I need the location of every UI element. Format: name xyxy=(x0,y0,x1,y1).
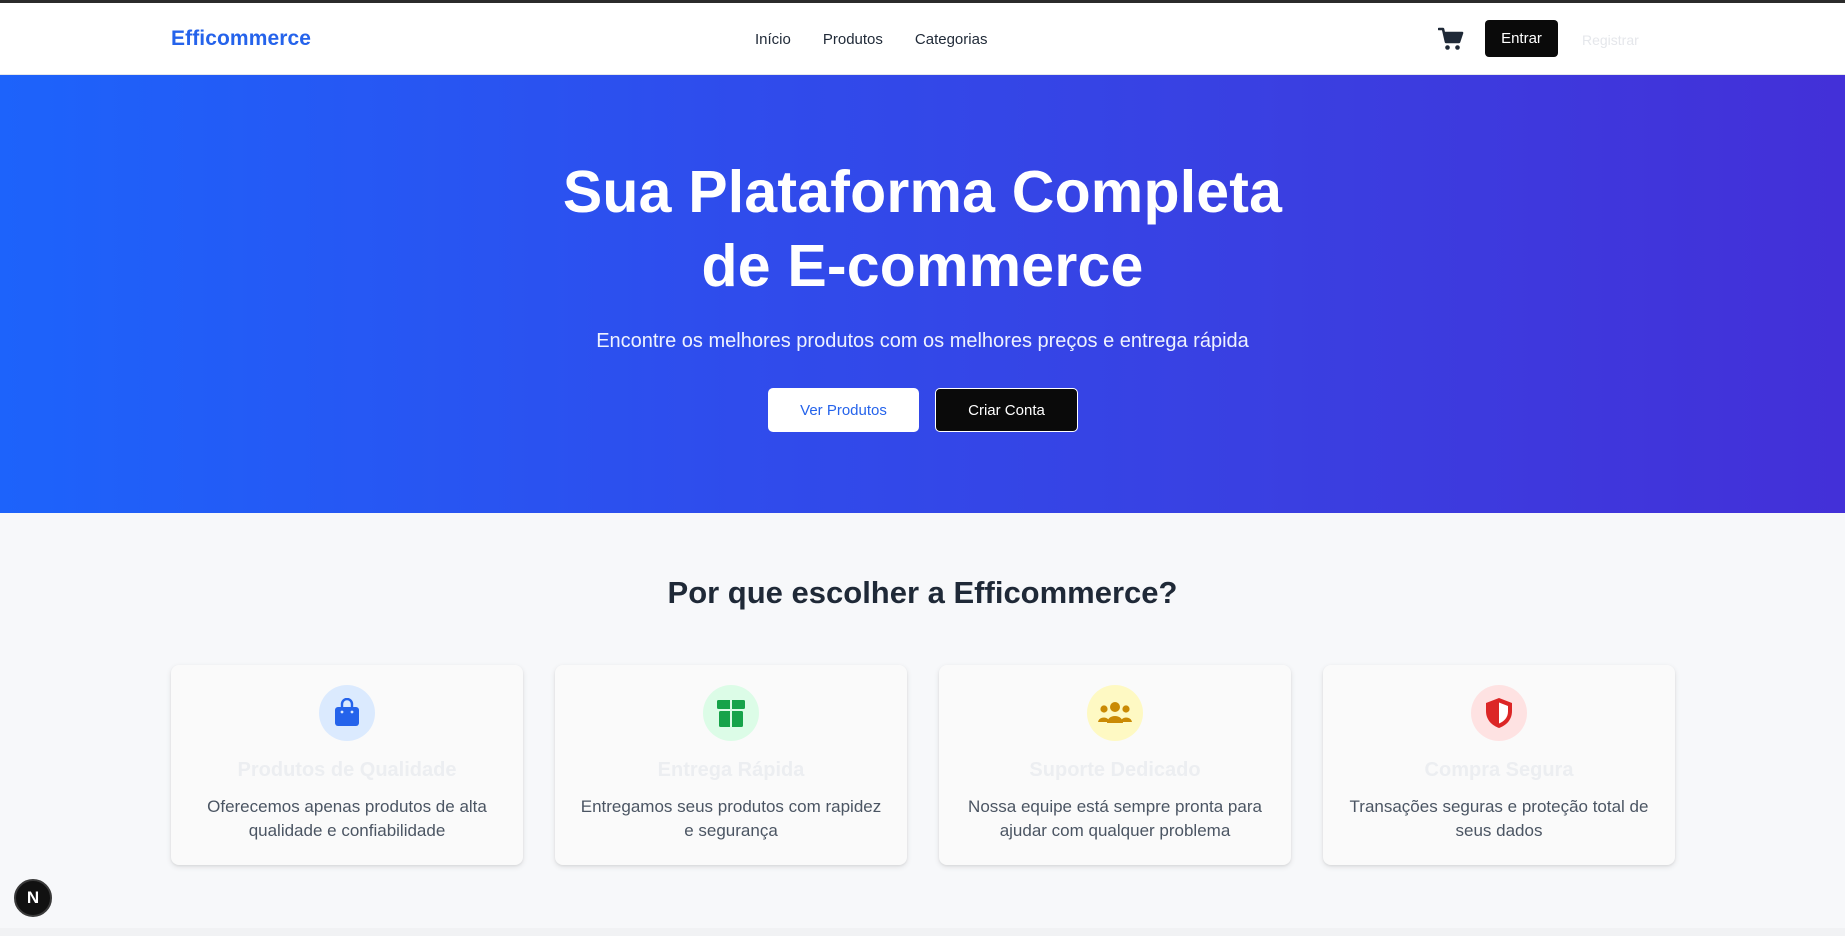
shopping-cart-icon[interactable] xyxy=(1438,27,1464,51)
feature-card-quality: Produtos de Qualidade Oferecemos apenas … xyxy=(171,665,523,865)
shopping-bag-icon xyxy=(335,698,359,726)
feature-description: Nossa equipe está sempre pronta para aju… xyxy=(968,797,1262,840)
feature-icon-circle xyxy=(1087,685,1143,741)
nav-link-categorias[interactable]: Categorias xyxy=(915,31,988,48)
dev-tools-badge[interactable]: N xyxy=(14,879,52,917)
feature-icon-circle xyxy=(319,685,375,741)
features-title: Por que escolher a Efficommerce? xyxy=(667,575,1178,610)
hero-title-line1: Sua Plataforma Completa xyxy=(562,159,1283,225)
login-button[interactable]: Entrar xyxy=(1485,20,1558,57)
feature-description: Oferecemos apenas produtos de alta quali… xyxy=(207,797,487,840)
hero-section: Sua Plataforma Completa de E-commerce En… xyxy=(0,75,1845,513)
feature-icon-circle xyxy=(1471,685,1527,741)
feature-icon-circle xyxy=(703,685,759,741)
hero-subtitle: Encontre os melhores produtos com os mel… xyxy=(596,330,1249,352)
brand-logo[interactable]: Efficommerce xyxy=(171,27,311,51)
feature-title: Compra Segura xyxy=(1424,759,1574,781)
feature-card-delivery: Entrega Rápida Entregamos seus produtos … xyxy=(555,665,907,865)
feature-card-support: Suporte Dedicado Nossa equipe está sempr… xyxy=(939,665,1291,865)
main-menu: Início Produtos Categorias xyxy=(755,31,1019,48)
feature-description: Entregamos seus produtos com rapidez e s… xyxy=(580,797,882,840)
nav-link-inicio[interactable]: Início xyxy=(755,31,791,48)
bottom-divider xyxy=(0,928,1845,936)
users-icon xyxy=(1098,702,1132,723)
hero-title: Sua Plataforma Completa de E-commerce xyxy=(0,155,1845,303)
feature-description: Transações seguras e proteção total de s… xyxy=(1349,797,1649,840)
box-icon xyxy=(717,700,745,727)
hero-title-line2: de E-commerce xyxy=(701,233,1144,299)
navbar: Efficommerce Início Produtos Categorias … xyxy=(0,3,1845,75)
feature-title: Produtos de Qualidade xyxy=(237,759,457,781)
create-account-button[interactable]: Criar Conta xyxy=(935,388,1078,432)
shield-icon xyxy=(1486,698,1512,728)
feature-title: Suporte Dedicado xyxy=(1029,759,1201,781)
feature-title: Entrega Rápida xyxy=(657,759,805,781)
register-link[interactable]: Registrar xyxy=(1582,32,1639,48)
nav-link-produtos[interactable]: Produtos xyxy=(823,31,883,48)
feature-card-security: Compra Segura Transações seguras e prote… xyxy=(1323,665,1675,865)
view-products-button[interactable]: Ver Produtos xyxy=(768,388,919,432)
